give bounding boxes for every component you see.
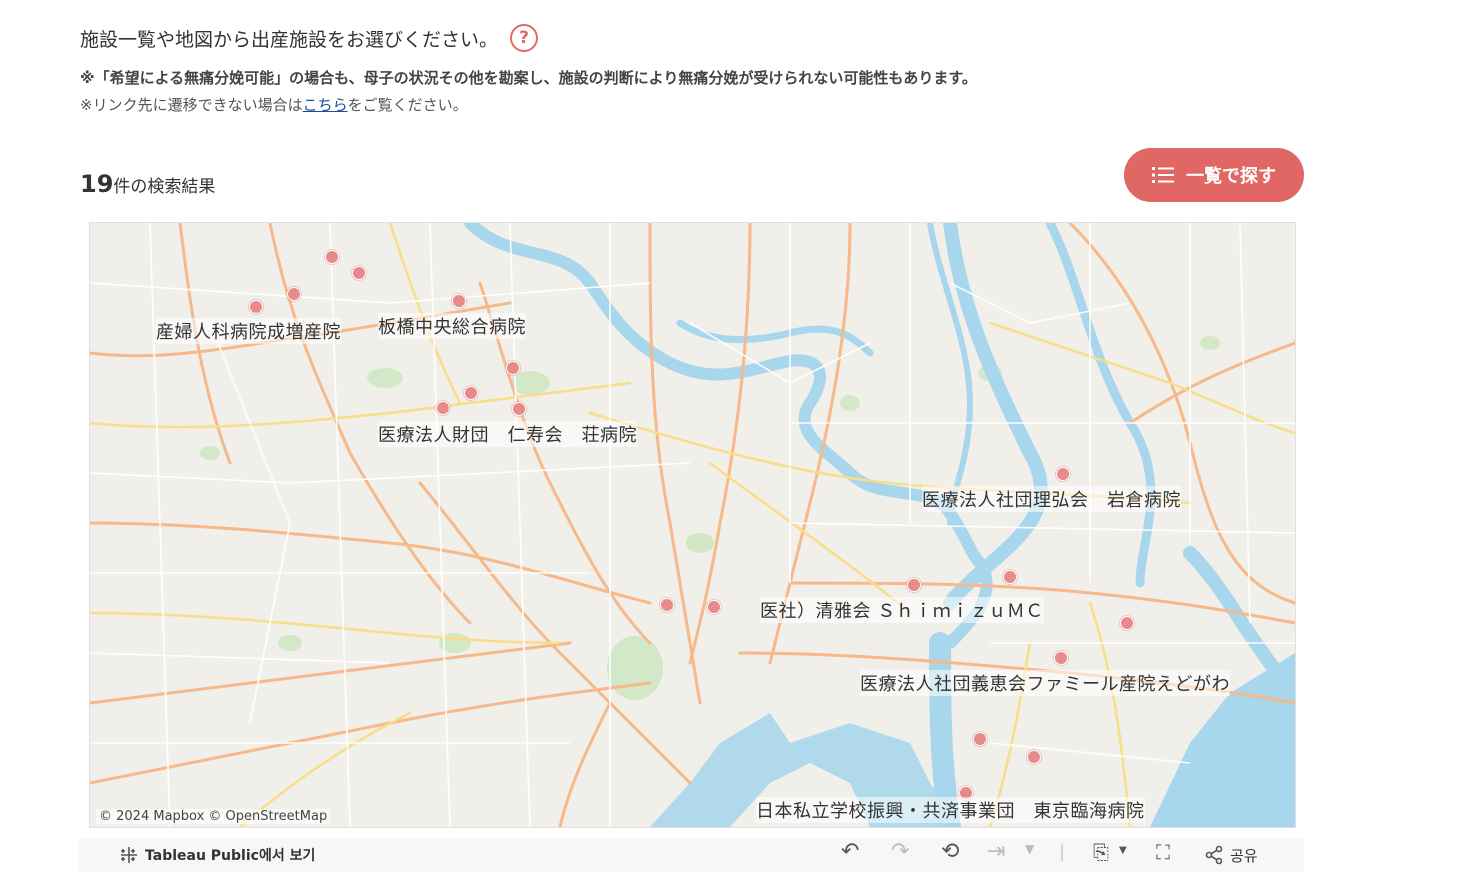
divider: | bbox=[1059, 841, 1066, 862]
share-label: 공유 bbox=[1230, 846, 1258, 865]
intro-text-row: 施設一覧や地図から出産施設をお選びください。 ? bbox=[80, 24, 539, 52]
result-count-suffix: 件の検索結果 bbox=[113, 177, 216, 197]
result-count: 19件の検索結果 bbox=[80, 170, 215, 198]
tableau-logo-icon bbox=[121, 847, 137, 863]
facility-marker[interactable] bbox=[464, 386, 478, 400]
facility-marker[interactable] bbox=[1027, 750, 1041, 764]
link-note-prefix: ※リンク先に遷移できない場合は bbox=[80, 96, 303, 114]
map-label-iwakura: 医療法人社団理弘会 岩倉病院 bbox=[922, 486, 1181, 512]
download-icon[interactable]: ⎘ bbox=[1093, 840, 1109, 864]
map-background bbox=[90, 223, 1295, 827]
question-circle-icon[interactable]: ? bbox=[510, 24, 539, 52]
facility-marker[interactable] bbox=[452, 294, 466, 308]
facility-marker[interactable] bbox=[436, 401, 450, 415]
map-label-narimasu: 産婦人科病院成増産院 bbox=[156, 318, 341, 344]
link-note: ※リンク先に遷移できない場合はこちらをご覧ください。 bbox=[80, 94, 468, 115]
map-label-so-hospital: 医療法人財団 仁寿会 荘病院 bbox=[378, 421, 637, 447]
facility-marker[interactable] bbox=[907, 578, 921, 592]
fullscreen-icon[interactable]: ⛶ bbox=[1156, 840, 1170, 864]
view-on-tableau-label: Tableau Public에서 보기 bbox=[145, 848, 316, 864]
painless-delivery-note: ※「希望による無痛分娩可能」の場合も、母子の状況その他を勘案し、施設の判断により… bbox=[80, 69, 977, 87]
refresh-icon[interactable]: ⇥ bbox=[987, 839, 1005, 864]
facility-marker[interactable] bbox=[1056, 467, 1070, 481]
facility-marker[interactable] bbox=[287, 287, 301, 301]
facility-marker[interactable] bbox=[707, 600, 721, 614]
view-on-tableau-button[interactable]: Tableau Public에서 보기 bbox=[119, 845, 315, 865]
facility-marker[interactable] bbox=[1120, 616, 1134, 630]
map-label-tokyo-rinkai: 日本私立学校振興・共済事業団 東京臨海病院 bbox=[756, 797, 1145, 823]
facility-marker[interactable] bbox=[973, 732, 987, 746]
facility-marker[interactable] bbox=[352, 266, 366, 280]
share-button[interactable]: 공유 bbox=[1204, 845, 1258, 866]
here-link[interactable]: こちら bbox=[303, 96, 348, 114]
revert-icon[interactable]: ⟲ bbox=[941, 839, 959, 864]
refresh-dropdown-icon[interactable]: ▼ bbox=[1025, 842, 1034, 856]
undo-icon[interactable]: ↶ bbox=[841, 839, 859, 864]
map-label-shimizu: 医社）清雅会 ＳｈｉｍｉｚｕＭＣ bbox=[760, 597, 1044, 623]
tableau-toolbar: Tableau Public에서 보기 ↶ ↷ ⟲ ⇥ ▼ | ⎘ ▼ ⛶ 공유 bbox=[79, 838, 1304, 872]
download-dropdown-icon[interactable]: ▼ bbox=[1119, 845, 1127, 856]
list-search-label: 一覧で探す bbox=[1186, 166, 1276, 186]
list-search-button[interactable]: 一覧で探す bbox=[1124, 148, 1304, 202]
map-label-famille: 医療法人社団義恵会ファミール産院えどがわ bbox=[860, 670, 1230, 696]
facility-marker[interactable] bbox=[506, 361, 520, 375]
map-label-itabashi: 板橋中央総合病院 bbox=[378, 313, 526, 339]
result-count-number: 19 bbox=[80, 170, 114, 198]
facility-marker[interactable] bbox=[325, 250, 339, 264]
redo-icon[interactable]: ↷ bbox=[891, 839, 909, 864]
facility-marker[interactable] bbox=[249, 300, 263, 314]
intro-text: 施設一覧や地図から出産施設をお選びください。 bbox=[80, 28, 499, 51]
facility-marker[interactable] bbox=[1054, 651, 1068, 665]
facility-marker[interactable] bbox=[512, 402, 526, 416]
map-attribution: © 2024 Mapbox © OpenStreetMap bbox=[96, 809, 331, 824]
share-icon bbox=[1205, 845, 1223, 865]
facility-marker[interactable] bbox=[660, 598, 674, 612]
facility-map[interactable]: 産婦人科病院成増産院 板橋中央総合病院 医療法人財団 仁寿会 荘病院 医療法人社… bbox=[89, 222, 1296, 828]
list-icon bbox=[1152, 167, 1174, 183]
facility-marker[interactable] bbox=[1003, 570, 1017, 584]
link-note-suffix: をご覧ください。 bbox=[347, 96, 468, 114]
